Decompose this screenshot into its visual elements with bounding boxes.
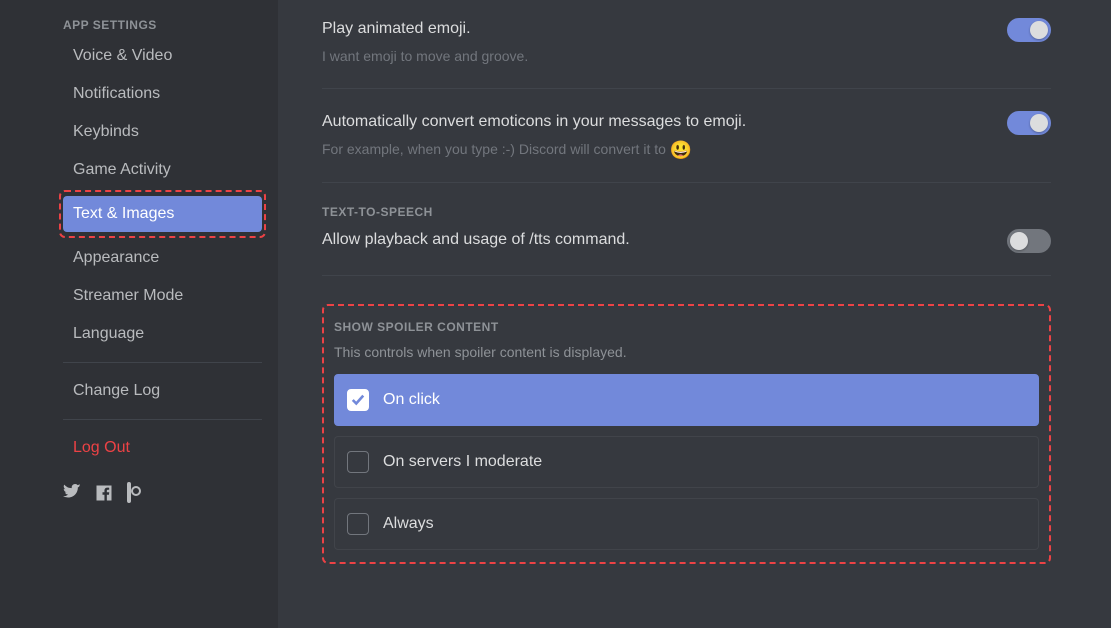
setting-desc: I want emoji to move and groove.: [322, 46, 528, 66]
sidebar-item-label: Text & Images: [73, 205, 174, 222]
sidebar-item-streamer-mode[interactable]: Streamer Mode: [63, 278, 262, 314]
setting-divider: [322, 275, 1051, 276]
sidebar-item-label: Notifications: [73, 85, 160, 102]
sidebar-item-label: Appearance: [73, 249, 159, 266]
instagram-icon[interactable]: [127, 484, 131, 507]
radio-label: Always: [383, 515, 434, 533]
sidebar-item-keybinds[interactable]: Keybinds: [63, 114, 262, 150]
setting-desc: For example, when you type :-) Discord w…: [322, 139, 746, 160]
sidebar-item-highlight: Text & Images: [59, 190, 266, 238]
toggle-convert-emoticons[interactable]: [1007, 111, 1051, 135]
settings-sidebar: APP SETTINGS Voice & Video Notifications…: [0, 0, 278, 628]
facebook-icon[interactable]: [95, 484, 113, 507]
setting-desc-text: For example, when you type :-) Discord w…: [322, 141, 670, 157]
sidebar-item-logout[interactable]: Log Out: [63, 430, 262, 466]
section-heading-spoiler: SHOW SPOILER CONTENT: [334, 320, 1039, 334]
setting-title: Play animated emoji.: [322, 18, 528, 40]
sidebar-item-appearance[interactable]: Appearance: [63, 240, 262, 276]
twitter-icon[interactable]: [63, 484, 81, 507]
social-icons-row: [63, 468, 262, 507]
spoiler-option-always[interactable]: Always: [334, 498, 1039, 550]
sidebar-item-label: Change Log: [73, 382, 160, 399]
sidebar-item-notifications[interactable]: Notifications: [63, 76, 262, 112]
spoiler-option-on-click[interactable]: On click: [334, 374, 1039, 426]
setting-convert-emoticons: Automatically convert emoticons in your …: [322, 111, 1051, 160]
smile-emoji-icon: 😃: [670, 140, 692, 160]
toggle-tts[interactable]: [1007, 229, 1051, 253]
toggle-knob: [1030, 21, 1048, 39]
toggle-animated-emoji[interactable]: [1007, 18, 1051, 42]
spoiler-content-section: SHOW SPOILER CONTENT This controls when …: [322, 304, 1051, 564]
toggle-knob: [1010, 232, 1028, 250]
spoiler-option-servers-moderate[interactable]: On servers I moderate: [334, 436, 1039, 488]
setting-title: Allow playback and usage of /tts command…: [322, 229, 630, 251]
radio-label: On servers I moderate: [383, 453, 542, 471]
radio-label: On click: [383, 391, 440, 409]
setting-divider: [322, 88, 1051, 89]
spoiler-desc: This controls when spoiler content is di…: [334, 344, 1039, 360]
sidebar-item-label: Game Activity: [73, 161, 171, 178]
sidebar-item-text-images[interactable]: Text & Images: [63, 196, 262, 232]
sidebar-item-game-activity[interactable]: Game Activity: [63, 152, 262, 188]
sidebar-item-label: Language: [73, 325, 144, 342]
setting-animated-emoji: Play animated emoji. I want emoji to mov…: [322, 18, 1051, 66]
setting-title: Automatically convert emoticons in your …: [322, 111, 746, 133]
sidebar-item-label: Streamer Mode: [73, 287, 183, 304]
sidebar-divider: [63, 419, 262, 420]
sidebar-item-language[interactable]: Language: [63, 316, 262, 352]
section-heading-tts: TEXT-TO-SPEECH: [322, 205, 1051, 219]
sidebar-divider: [63, 362, 262, 363]
setting-tts-section: TEXT-TO-SPEECH Allow playback and usage …: [322, 205, 1051, 253]
checkbox-icon: [347, 389, 369, 411]
sidebar-item-label: Log Out: [73, 439, 130, 456]
sidebar-item-changelog[interactable]: Change Log: [63, 373, 262, 409]
sidebar-item-label: Keybinds: [73, 123, 139, 140]
sidebar-item-voice-video[interactable]: Voice & Video: [63, 38, 262, 74]
sidebar-heading-app-settings: APP SETTINGS: [63, 12, 262, 36]
checkbox-icon: [347, 513, 369, 535]
setting-divider: [322, 182, 1051, 183]
settings-main: Play animated emoji. I want emoji to mov…: [278, 0, 1111, 628]
sidebar-item-label: Voice & Video: [73, 47, 172, 64]
checkbox-icon: [347, 451, 369, 473]
toggle-knob: [1030, 114, 1048, 132]
